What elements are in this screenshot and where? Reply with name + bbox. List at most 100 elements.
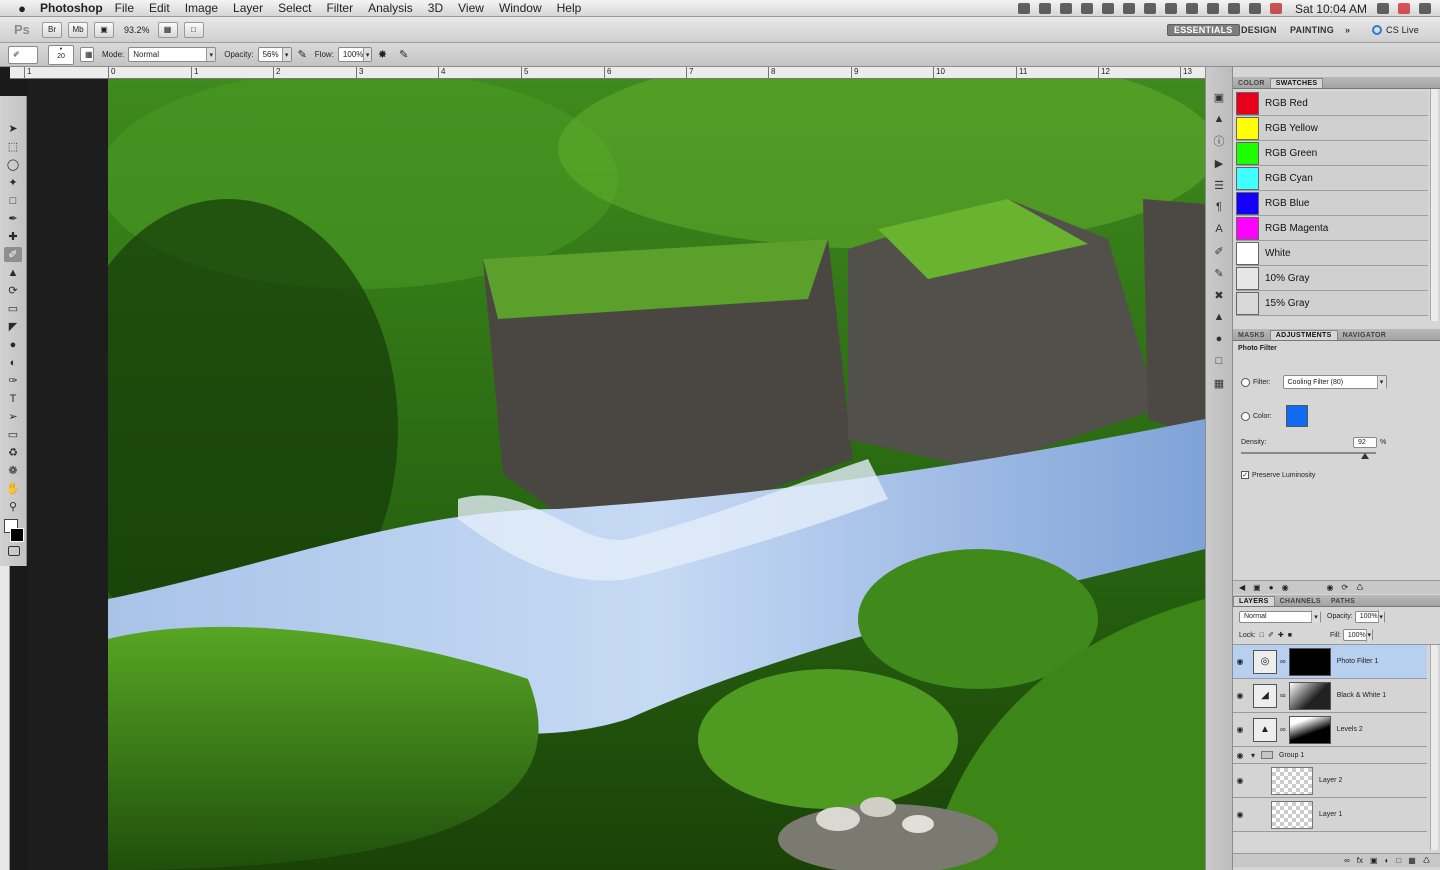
- quick-select-tool-icon[interactable]: ✦: [4, 175, 22, 190]
- clock-icon[interactable]: [1164, 3, 1177, 14]
- dodge-tool-icon[interactable]: ◐: [4, 355, 22, 370]
- filter-select[interactable]: Cooling Filter (80) ▾: [1282, 375, 1387, 389]
- brush-tool-icon[interactable]: ✐: [4, 247, 22, 262]
- shield-icon[interactable]: [1398, 3, 1410, 14]
- fill-input[interactable]: 100% ▾: [1342, 628, 1373, 642]
- swatch-item[interactable]: RGB Green: [1236, 141, 1428, 166]
- reset-icon[interactable]: ⟳: [1342, 583, 1349, 592]
- flow-input[interactable]: 100% ▾: [337, 47, 372, 62]
- swatch-item[interactable]: RGB Blue: [1236, 191, 1428, 216]
- density-slider-thumb[interactable]: [1361, 453, 1370, 459]
- filter-radio[interactable]: [1241, 377, 1250, 387]
- quick-mask-icon[interactable]: [8, 546, 20, 556]
- density-input[interactable]: 92: [1353, 437, 1377, 448]
- menu-view[interactable]: View: [458, 1, 484, 15]
- menu-file[interactable]: File: [115, 1, 134, 15]
- swatch-item[interactable]: 10% Gray: [1236, 266, 1428, 291]
- swatch-item[interactable]: RGB Cyan: [1236, 166, 1428, 191]
- tab-layers[interactable]: LAYERS: [1233, 596, 1275, 606]
- swatch-item[interactable]: RGB Red: [1236, 91, 1428, 116]
- apple-menu-icon[interactable]: ●: [12, 1, 32, 16]
- new-adjustment-icon[interactable]: ◐: [1385, 856, 1390, 865]
- tab-channels[interactable]: CHANNELS: [1275, 597, 1326, 606]
- move-tool-icon[interactable]: ➤: [4, 121, 22, 136]
- robot-icon[interactable]: [1038, 3, 1051, 14]
- workspace-essentials[interactable]: ESSENTIALS: [1167, 23, 1240, 36]
- ps-icon[interactable]: [1101, 3, 1114, 14]
- chain-icon[interactable]: ∞: [1280, 691, 1286, 700]
- measurement-log-icon[interactable]: ▦: [1211, 375, 1228, 391]
- chain-icon[interactable]: ∞: [1280, 657, 1286, 666]
- tool-preset-picker[interactable]: ✐: [8, 45, 38, 64]
- hand-tool-icon[interactable]: ✋: [4, 481, 22, 496]
- healing-brush-tool-icon[interactable]: ✚: [4, 229, 22, 244]
- swatch-item[interactable]: RGB Magenta: [1236, 216, 1428, 241]
- layer-mask-thumb[interactable]: [1288, 681, 1331, 710]
- swatch-item[interactable]: White: [1236, 241, 1428, 266]
- eye-icon[interactable]: ◉: [1233, 751, 1247, 760]
- swatch-item[interactable]: 15% Gray: [1236, 291, 1428, 316]
- density-slider[interactable]: [1241, 452, 1376, 459]
- app-menu[interactable]: Photoshop: [40, 1, 103, 15]
- layer-row[interactable]: ◉ ◎ ∞ Photo Filter 1: [1233, 645, 1427, 679]
- launch-bridge-button[interactable]: Br: [42, 21, 62, 38]
- blend-mode-select[interactable]: Normal ▾: [1239, 610, 1321, 623]
- layer-mask-thumb[interactable]: [1288, 647, 1331, 676]
- eye-icon[interactable]: ◉: [1233, 657, 1247, 666]
- menu-help[interactable]: Help: [557, 1, 582, 15]
- bolt-icon[interactable]: [1206, 3, 1219, 14]
- eye-icon[interactable]: ◉: [1233, 691, 1247, 700]
- swatch-item[interactable]: RGB Yellow: [1236, 116, 1428, 141]
- type-tool-icon[interactable]: T: [4, 391, 22, 406]
- marquee-tool-icon[interactable]: ⬚: [4, 139, 22, 154]
- bars-icon[interactable]: [1080, 3, 1093, 14]
- tab-swatches[interactable]: SWATCHES: [1269, 78, 1324, 88]
- menu-3d[interactable]: 3D: [428, 1, 443, 15]
- actions-icon[interactable]: ▶: [1211, 155, 1228, 171]
- arrange-documents-button[interactable]: ▦: [157, 21, 178, 38]
- tablet-pressure-icon[interactable]: ✎: [399, 48, 408, 61]
- info-icon[interactable]: ⓘ: [1211, 133, 1228, 149]
- view-extras-button[interactable]: ▣: [94, 21, 114, 38]
- paragraph-icon[interactable]: ¶: [1211, 199, 1228, 215]
- histogram-icon[interactable]: ▲: [1211, 111, 1228, 127]
- brushes-icon[interactable]: ✎: [1211, 265, 1228, 281]
- 3d-rotate-tool-icon[interactable]: ♻: [4, 445, 22, 460]
- tab-paths[interactable]: PATHS: [1326, 597, 1360, 606]
- expand-view-icon[interactable]: ▣: [1253, 583, 1261, 592]
- circle-icon[interactable]: [1122, 3, 1135, 14]
- layer-opacity-input[interactable]: 100% ▾: [1354, 610, 1385, 623]
- clip-icon[interactable]: ●: [1269, 583, 1274, 592]
- layer-row[interactable]: ◉ ▲ ∞ Levels 2: [1233, 713, 1427, 747]
- zoom-tool-icon[interactable]: ⚲: [4, 499, 22, 514]
- clock[interactable]: Sat 10:04 AM: [1295, 2, 1367, 16]
- path-selection-tool-icon[interactable]: ➢: [4, 409, 22, 424]
- group-disclosure-icon[interactable]: ▾: [1251, 751, 1255, 760]
- tab-navigator[interactable]: NAVIGATOR: [1338, 331, 1392, 340]
- lock-image-icon[interactable]: ✐: [1268, 631, 1274, 639]
- visibility-icon[interactable]: ◉: [1282, 583, 1289, 592]
- foreground-color-swatch[interactable]: [10, 528, 24, 542]
- wifi-icon[interactable]: [1227, 3, 1240, 14]
- opacity-input[interactable]: 56% ▾: [257, 47, 292, 62]
- menu-select[interactable]: Select: [278, 1, 311, 15]
- airbrush-icon[interactable]: ✸: [378, 48, 387, 61]
- 3d-orbit-tool-icon[interactable]: ❁: [4, 463, 22, 478]
- document-canvas[interactable]: [108, 79, 1205, 870]
- layers-scrollbar[interactable]: [1430, 645, 1438, 850]
- new-group-icon[interactable]: □: [1396, 856, 1401, 865]
- delete-layer-icon[interactable]: ♺: [1423, 856, 1430, 865]
- download-icon[interactable]: [1185, 3, 1198, 14]
- history-brush-tool-icon[interactable]: ⟳: [4, 283, 22, 298]
- previous-state-icon[interactable]: ◉: [1327, 583, 1334, 592]
- brush-presets-icon[interactable]: ✐: [1211, 243, 1228, 259]
- opacity-pressure-icon[interactable]: ✎: [298, 48, 307, 61]
- layer-group-row[interactable]: ◉ ▾ Group 1: [1233, 747, 1427, 764]
- workspace-painting[interactable]: PAINTING: [1282, 25, 1342, 35]
- lasso-tool-icon[interactable]: ◯: [4, 157, 22, 172]
- chain-icon[interactable]: ∞: [1280, 725, 1286, 734]
- eyedropper-tool-icon[interactable]: ✒: [4, 211, 22, 226]
- back-arrow-icon[interactable]: ◀: [1239, 583, 1245, 592]
- bluetooth-icon[interactable]: [1377, 3, 1389, 14]
- styles-icon[interactable]: ●: [1211, 331, 1228, 347]
